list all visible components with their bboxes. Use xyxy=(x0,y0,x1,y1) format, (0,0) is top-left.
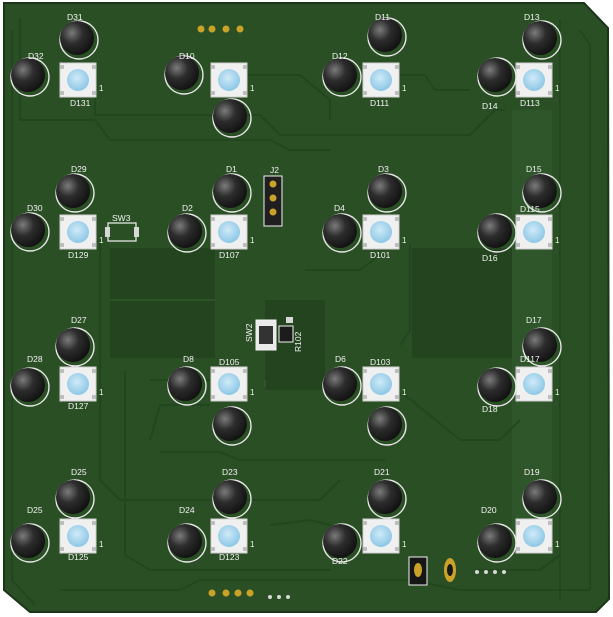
label-d15: D15 xyxy=(526,164,542,174)
label-d29: D29 xyxy=(71,164,87,174)
label-d17: D17 xyxy=(526,315,542,325)
label-d12: D12 xyxy=(332,51,348,61)
through-hole-led xyxy=(522,479,562,519)
label-d14: D14 xyxy=(482,101,498,111)
through-hole-led xyxy=(164,55,204,95)
label-d103: D103 xyxy=(370,357,391,367)
pin1-marker: 1 xyxy=(555,236,560,245)
label-d101: D101 xyxy=(370,250,391,260)
label-d131: D131 xyxy=(70,98,91,108)
label-d32: D32 xyxy=(28,51,44,61)
label-d10: D10 xyxy=(179,51,195,61)
through-hole-led xyxy=(167,366,207,406)
pin1-marker: 1 xyxy=(250,540,255,549)
pin1-marker: 1 xyxy=(99,388,104,397)
label-d11: D11 xyxy=(375,12,390,22)
pin1-marker: 1 xyxy=(402,84,407,93)
through-hole-led xyxy=(212,98,252,138)
label-d111: D111 xyxy=(370,98,389,108)
through-hole-led xyxy=(367,173,407,213)
label-d28: D28 xyxy=(27,354,43,364)
through-hole-led xyxy=(477,523,517,563)
through-hole-led xyxy=(55,173,95,213)
pin1-marker: 1 xyxy=(99,84,104,93)
through-hole-led xyxy=(10,367,50,407)
label-d125: D125 xyxy=(68,552,89,562)
pin1-marker: 1 xyxy=(402,540,407,549)
label-d22: D22 xyxy=(332,556,348,566)
through-hole-led xyxy=(55,479,95,519)
through-hole-led xyxy=(367,479,407,519)
label-d18: D18 xyxy=(482,404,498,414)
through-hole-led xyxy=(322,57,362,97)
label-d129: D129 xyxy=(68,250,89,260)
pin1-marker: 1 xyxy=(250,84,255,93)
through-hole-led xyxy=(55,327,95,367)
label-d3: D3 xyxy=(378,164,389,174)
pin1-marker: 1 xyxy=(250,236,255,245)
label-d27: D27 xyxy=(71,315,87,325)
label-d26: D25 xyxy=(27,505,43,515)
j2-header xyxy=(263,175,283,227)
through-hole-led xyxy=(212,173,252,213)
pin1-marker: 1 xyxy=(99,236,104,245)
label-d107: D107 xyxy=(219,250,240,260)
label-d21: D21 xyxy=(374,467,390,477)
label-d8: D8 xyxy=(183,354,194,364)
label-d6: D6 xyxy=(335,354,346,364)
label-sw2: SW2 xyxy=(244,323,254,342)
label-d1: D1 xyxy=(226,164,237,174)
pin1-marker: 1 xyxy=(402,388,407,397)
label-d113: D113 xyxy=(520,98,540,108)
through-hole-led xyxy=(212,406,252,446)
label-d105: D105 xyxy=(219,357,240,367)
label-d31: D31 xyxy=(67,12,83,22)
through-hole-led xyxy=(10,57,50,97)
through-hole-led xyxy=(322,213,362,253)
pcb-render: 1 1 1 1 1 1 1 1 1 1 1 1 1 1 1 1 D31 D32 D131 D10 D11 D1… xyxy=(0,0,613,617)
label-d19: D19 xyxy=(524,467,540,477)
through-hole-led xyxy=(522,20,562,60)
copper-pour-left xyxy=(110,248,215,358)
through-hole-led xyxy=(167,213,207,253)
pin1-marker: 1 xyxy=(99,540,104,549)
copper-pour-right xyxy=(412,248,512,358)
through-hole-led xyxy=(477,367,517,407)
label-d2: D2 xyxy=(182,203,193,213)
label-d13: D13 xyxy=(524,12,540,22)
pin1-marker: 1 xyxy=(402,236,407,245)
label-d127: D127 xyxy=(68,401,89,411)
label-d123: D123 xyxy=(219,552,240,562)
pin1-marker: 1 xyxy=(250,388,255,397)
label-d20: D20 xyxy=(481,505,497,515)
pin1-marker: 1 xyxy=(555,84,560,93)
through-hole-led xyxy=(322,366,362,406)
through-hole-led xyxy=(167,523,207,563)
label-d115: D115 xyxy=(520,204,540,214)
pcb-board: 1 1 1 1 1 1 1 1 1 1 1 1 1 1 1 1 D31 D32 D13… xyxy=(3,2,611,613)
through-hole-led xyxy=(477,57,517,97)
sw2-switch xyxy=(255,319,277,351)
label-d117: D117 xyxy=(520,354,540,364)
label-d25: D25 xyxy=(71,467,87,477)
label-d30: D30 xyxy=(27,203,43,213)
through-hole-led xyxy=(10,212,50,252)
through-hole-led xyxy=(212,479,252,519)
through-hole-led xyxy=(477,213,517,253)
label-d4: D4 xyxy=(334,203,345,213)
label-sw3: SW3 xyxy=(112,213,131,223)
through-hole-led xyxy=(59,20,99,60)
pin1-marker: 1 xyxy=(555,388,560,397)
label-d23: D23 xyxy=(222,467,238,477)
label-d24: D24 xyxy=(179,505,195,515)
through-hole-led xyxy=(367,17,407,57)
label-j2: J2 xyxy=(270,165,279,175)
label-r102: R102 xyxy=(293,331,303,352)
pin1-marker: 1 xyxy=(555,540,560,549)
through-hole-led xyxy=(10,523,50,563)
label-d16: D16 xyxy=(482,253,498,263)
through-hole-led xyxy=(367,406,407,446)
